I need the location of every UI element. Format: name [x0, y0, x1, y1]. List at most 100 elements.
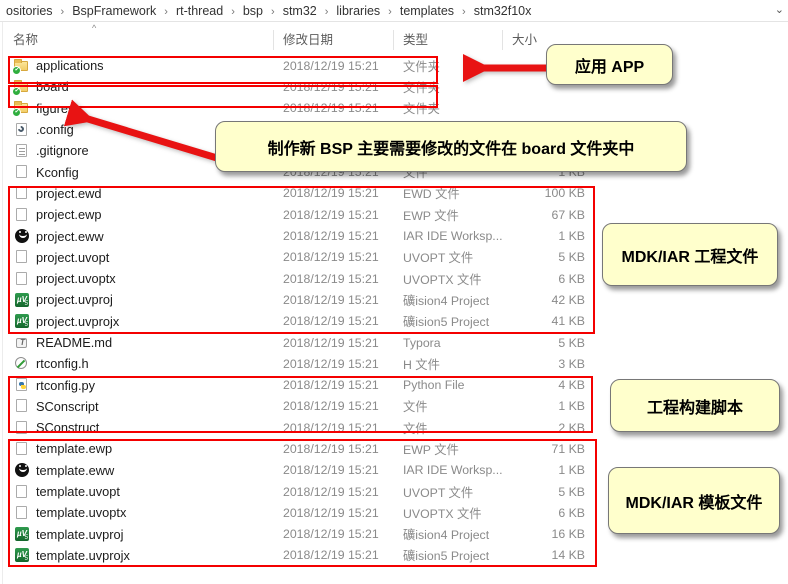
file-date: 2018/12/19 15:21	[283, 80, 379, 94]
breadcrumb-separator: ›	[225, 6, 241, 18]
column-header-type[interactable]: 类型	[403, 30, 428, 50]
file-row[interactable]: README.md 2018/12/19 15:21 Typora 5 KB	[0, 332, 600, 353]
file-row[interactable]: template.uvproj 2018/12/19 15:21 礦ision4…	[0, 524, 600, 545]
file-size: 5 KB	[498, 336, 585, 350]
blank-icon	[14, 505, 30, 521]
file-type: IAR IDE Worksp...	[403, 463, 503, 477]
file-type: H 文件	[403, 355, 440, 373]
breadcrumb-item-BspFramework[interactable]: BspFramework	[70, 4, 158, 18]
file-name: project.uvoptx	[36, 271, 116, 286]
column-header-size[interactable]: 大小	[512, 30, 537, 50]
file-date: 2018/12/19 15:21	[283, 336, 379, 350]
column-divider[interactable]	[502, 30, 503, 50]
file-date: 2018/12/19 15:21	[283, 378, 379, 392]
file-row[interactable]: figures 2018/12/19 15:21 文件夹	[0, 98, 600, 119]
file-size: 1 KB	[498, 229, 585, 243]
column-header-name[interactable]: 名称	[13, 30, 38, 50]
breadcrumb-item-libraries[interactable]: libraries	[334, 4, 382, 18]
file-type: Python File	[403, 378, 465, 392]
column-divider[interactable]	[393, 30, 394, 50]
file-row[interactable]: SConstruct 2018/12/19 15:21 文件 2 KB	[0, 417, 600, 438]
file-type: UVOPTX 文件	[403, 504, 482, 522]
blank-icon	[14, 484, 30, 500]
file-row[interactable]: project.uvopt 2018/12/19 15:21 UVOPT 文件 …	[0, 247, 600, 268]
file-size: 5 KB	[498, 250, 585, 264]
file-row[interactable]: project.uvoptx 2018/12/19 15:21 UVOPTX 文…	[0, 268, 600, 289]
file-row[interactable]: project.ewd 2018/12/19 15:21 EWD 文件 100 …	[0, 183, 600, 204]
file-row[interactable]: project.uvprojx 2018/12/19 15:21 礦ision5…	[0, 311, 600, 332]
blank-icon	[14, 164, 30, 180]
file-name: Kconfig	[36, 165, 79, 180]
blank-icon	[14, 441, 30, 457]
breadcrumb-item-ositories[interactable]: ositories	[4, 4, 55, 18]
file-size: 16 KB	[498, 527, 585, 541]
file-row[interactable]: project.uvproj 2018/12/19 15:21 礦ision4 …	[0, 289, 600, 310]
file-size: 14 KB	[498, 548, 585, 562]
breadcrumb-separator: ›	[456, 6, 472, 18]
breadcrumb-item-stm32f10x[interactable]: stm32f10x	[472, 4, 534, 18]
file-date: 2018/12/19 15:21	[283, 463, 379, 477]
file-type: UVOPTX 文件	[403, 270, 482, 288]
file-date: 2018/12/19 15:21	[283, 208, 379, 222]
file-date: 2018/12/19 15:21	[283, 250, 379, 264]
breadcrumb-separator: ›	[319, 6, 335, 18]
file-row[interactable]: template.eww 2018/12/19 15:21 IAR IDE Wo…	[0, 460, 600, 481]
column-header-date[interactable]: 修改日期	[283, 30, 333, 50]
file-type: 文件	[403, 397, 428, 415]
file-type: Typora	[403, 336, 441, 350]
file-name: SConstruct	[36, 420, 99, 435]
file-row[interactable]: template.uvprojx 2018/12/19 15:21 礦ision…	[0, 545, 600, 566]
sort-ascending-icon: ^	[92, 23, 96, 33]
file-size: 1 KB	[498, 463, 585, 477]
file-size: 3 KB	[498, 357, 585, 371]
folder-icon	[14, 79, 30, 95]
file-row[interactable]: template.uvoptx 2018/12/19 15:21 UVOPTX …	[0, 502, 600, 523]
file-row[interactable]: template.uvopt 2018/12/19 15:21 UVOPT 文件…	[0, 481, 600, 502]
file-date: 2018/12/19 15:21	[283, 101, 379, 115]
file-type: 礦ision4 Project	[403, 525, 489, 543]
file-type: UVOPT 文件	[403, 248, 473, 266]
file-row[interactable]: board 2018/12/19 15:21 文件夹	[0, 76, 600, 97]
file-name: template.ewp	[36, 441, 112, 456]
file-name: project.uvprojx	[36, 314, 119, 329]
file-row[interactable]: rtconfig.py 2018/12/19 15:21 Python File…	[0, 374, 600, 395]
breadcrumb: ositories›BspFramework›rt-thread›bsp›stm…	[0, 0, 788, 22]
file-size: 67 KB	[498, 208, 585, 222]
file-row[interactable]: SConscript 2018/12/19 15:21 文件 1 KB	[0, 396, 600, 417]
blank-icon	[14, 249, 30, 265]
file-type: IAR IDE Worksp...	[403, 229, 503, 243]
folder-icon	[14, 100, 30, 116]
column-divider[interactable]	[273, 30, 274, 50]
file-row[interactable]: project.eww 2018/12/19 15:21 IAR IDE Wor…	[0, 225, 600, 246]
chevron-down-icon[interactable]: ⌄	[775, 3, 784, 16]
breadcrumb-item-templates[interactable]: templates	[398, 4, 456, 18]
iar-icon	[14, 228, 30, 244]
breadcrumb-item-rt-thread[interactable]: rt-thread	[174, 4, 225, 18]
file-size: 41 KB	[498, 314, 585, 328]
config-icon	[14, 122, 30, 138]
file-size: 6 KB	[498, 506, 585, 520]
file-name: project.uvopt	[36, 250, 109, 265]
file-name: project.uvproj	[36, 292, 113, 307]
file-name: board	[36, 79, 69, 94]
file-type: 礦ision5 Project	[403, 312, 489, 330]
file-name: .gitignore	[36, 143, 89, 158]
file-row[interactable]: applications 2018/12/19 15:21 文件夹	[0, 55, 600, 76]
breadcrumb-separator: ›	[158, 6, 174, 18]
file-name: template.uvprojx	[36, 548, 130, 563]
file-date: 2018/12/19 15:21	[283, 548, 379, 562]
folder-icon	[14, 58, 30, 74]
breadcrumb-item-stm32[interactable]: stm32	[281, 4, 319, 18]
file-row[interactable]: template.ewp 2018/12/19 15:21 EWP 文件 71 …	[0, 438, 600, 459]
file-date: 2018/12/19 15:21	[283, 421, 379, 435]
file-row[interactable]: project.ewp 2018/12/19 15:21 EWP 文件 67 K…	[0, 204, 600, 225]
file-size: 4 KB	[498, 378, 585, 392]
breadcrumb-item-bsp[interactable]: bsp	[241, 4, 265, 18]
file-name: SConscript	[36, 399, 99, 414]
file-date: 2018/12/19 15:21	[283, 357, 379, 371]
file-name: .config	[36, 122, 74, 137]
file-date: 2018/12/19 15:21	[283, 527, 379, 541]
file-date: 2018/12/19 15:21	[283, 485, 379, 499]
file-row[interactable]: rtconfig.h 2018/12/19 15:21 H 文件 3 KB	[0, 353, 600, 374]
file-date: 2018/12/19 15:21	[283, 314, 379, 328]
